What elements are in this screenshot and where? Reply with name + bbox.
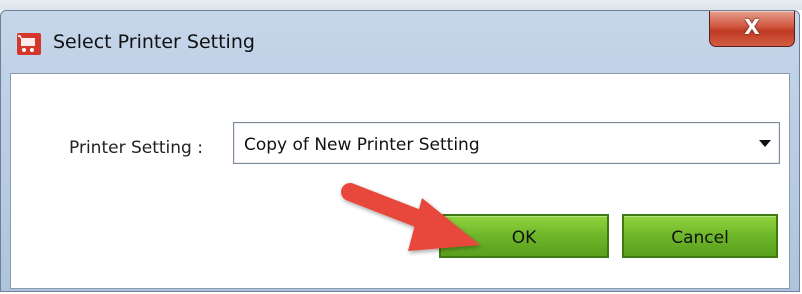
window-title: Select Printer Setting <box>53 31 255 53</box>
cancel-button[interactable]: Cancel <box>622 214 778 258</box>
cart-icon <box>17 33 41 55</box>
printer-setting-dropdown[interactable]: Copy of New Printer Setting <box>233 122 780 164</box>
cancel-button-label: Cancel <box>671 228 729 248</box>
dialog-window: Select Printer Setting X Printer Setting… <box>0 10 800 292</box>
printer-setting-label: Printer Setting : <box>69 138 203 158</box>
close-button[interactable]: X <box>709 11 795 47</box>
ok-button-label: OK <box>511 228 537 248</box>
title-bar[interactable]: Select Printer Setting X <box>1 11 799 73</box>
chevron-down-icon[interactable] <box>759 140 771 147</box>
dialog-content: Printer Setting : Copy of New Printer Se… <box>10 73 790 289</box>
ok-button[interactable]: OK <box>439 214 609 258</box>
printer-setting-selected-value: Copy of New Printer Setting <box>244 135 480 155</box>
close-icon: X <box>744 15 760 39</box>
background-strip <box>0 0 802 10</box>
